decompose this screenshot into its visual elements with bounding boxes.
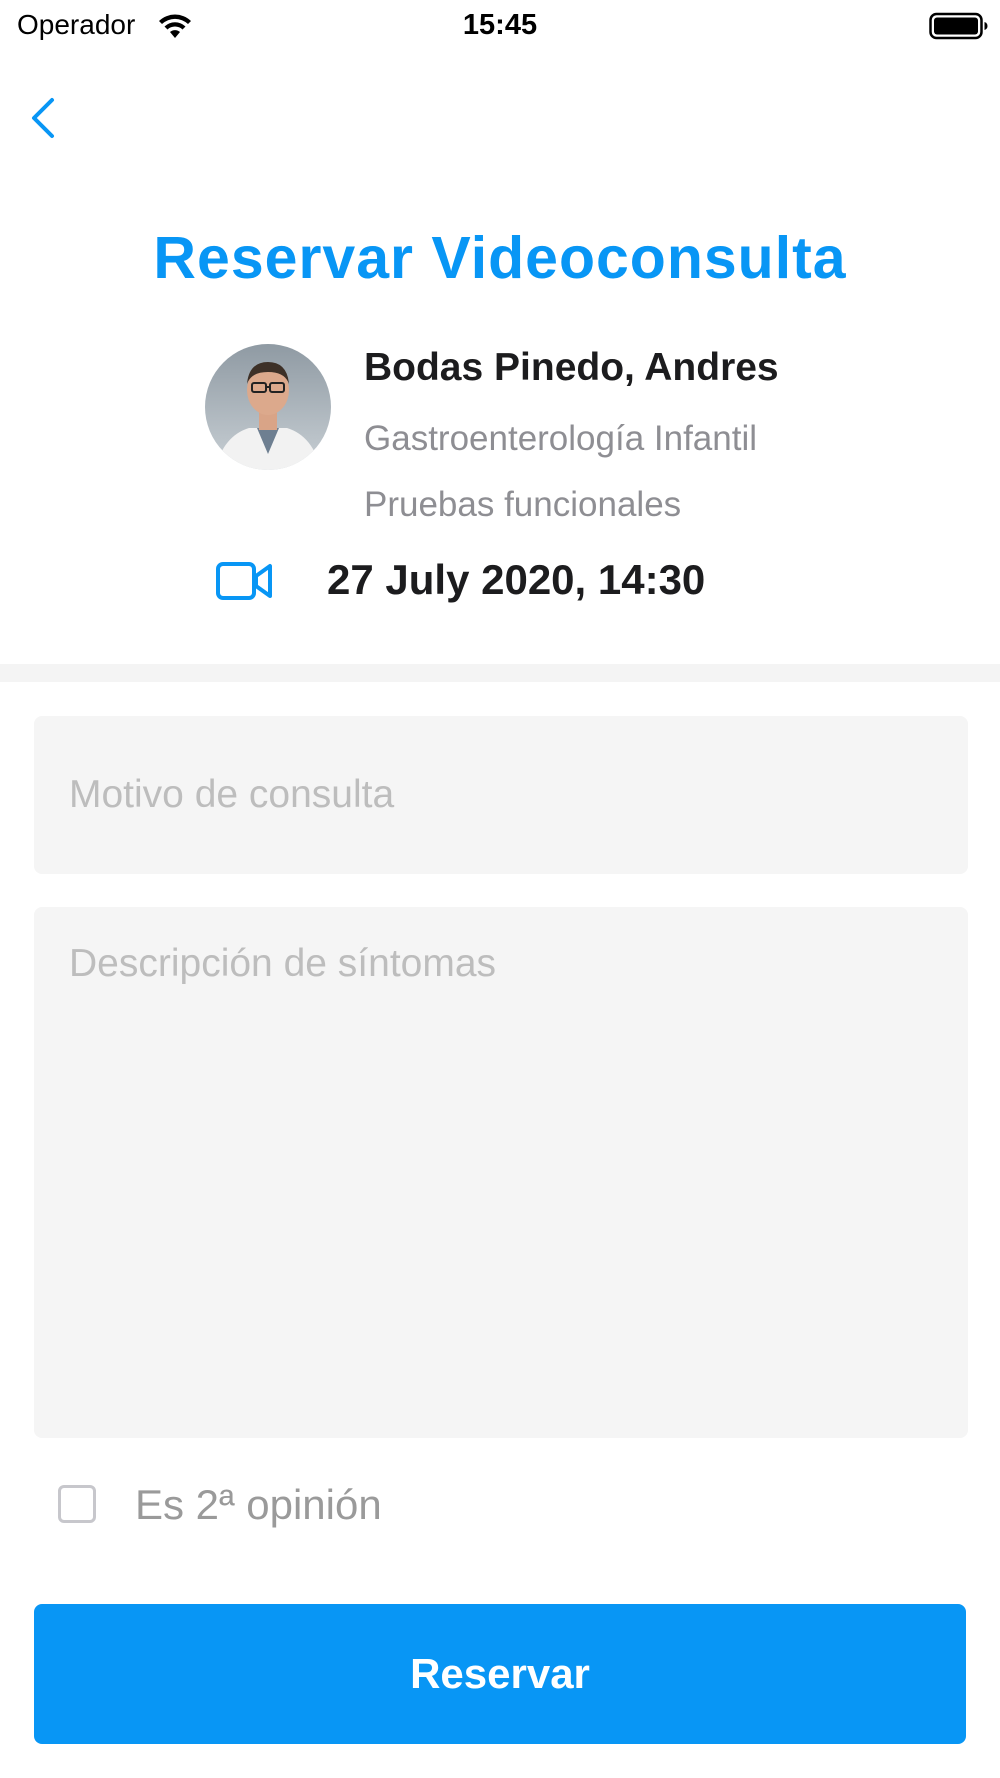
section-divider — [0, 664, 1000, 682]
doctor-avatar — [205, 344, 331, 470]
chevron-left-icon — [32, 98, 54, 138]
status-time: 15:45 — [462, 9, 538, 41]
battery-icon — [929, 12, 988, 40]
descripcion-sintomas-textarea[interactable] — [34, 907, 968, 1438]
second-opinion-label: Es 2ª opinión — [135, 1481, 382, 1528]
page-title: Reservar Videoconsulta — [153, 225, 847, 291]
back-button[interactable] — [20, 90, 70, 146]
video-camera-icon — [216, 562, 272, 600]
status-bar: Operador 15:45 — [0, 0, 1000, 52]
appointment-datetime: 27 July 2020, 14:30 — [327, 556, 706, 603]
doctor-photo — [205, 344, 331, 470]
motivo-consulta-input[interactable] — [34, 716, 968, 874]
second-opinion-checkbox[interactable] — [58, 1485, 96, 1523]
doctor-specialty: Gastroenterología Infantil — [364, 419, 758, 458]
doctor-name: Bodas Pinedo, Andres — [364, 346, 779, 389]
doctor-subspecialty: Pruebas funcionales — [364, 485, 682, 524]
reservar-button[interactable]: Reservar — [34, 1604, 966, 1744]
